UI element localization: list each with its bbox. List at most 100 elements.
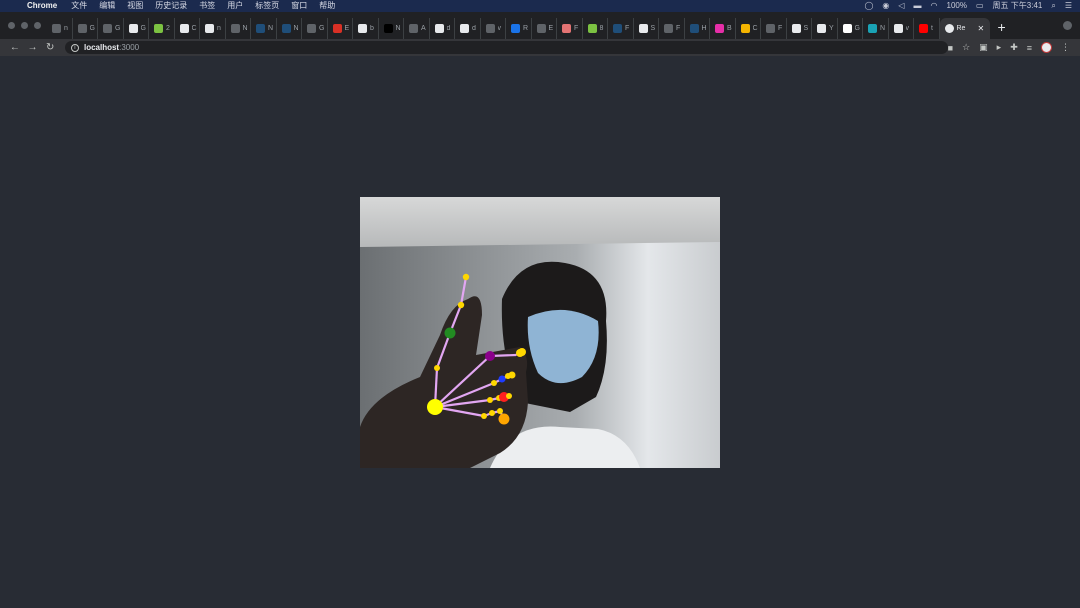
browser-tab[interactable]: E bbox=[532, 18, 557, 39]
browser-tab[interactable]: N bbox=[379, 18, 404, 39]
tab-favicon-icon bbox=[638, 24, 648, 33]
browser-tab[interactable]: B bbox=[710, 18, 736, 39]
wifi-icon[interactable]: ◠ bbox=[931, 0, 938, 12]
browser-tab[interactable]: v bbox=[481, 18, 506, 39]
menu-help[interactable]: 帮助 bbox=[319, 0, 335, 12]
browser-tab[interactable]: G bbox=[302, 18, 328, 39]
active-tab-title: Re bbox=[956, 25, 966, 32]
new-tab-button[interactable]: + bbox=[998, 19, 1006, 35]
browser-tab[interactable]: v bbox=[889, 18, 914, 39]
volume-icon[interactable]: ◁ bbox=[898, 0, 904, 12]
browser-tab[interactable]: 2 bbox=[149, 18, 175, 39]
tab-active[interactable]: Re ✕ bbox=[939, 18, 990, 39]
apple-menu-icon[interactable] bbox=[8, 2, 17, 11]
tab-favicon-icon bbox=[358, 24, 367, 33]
menu-edit[interactable]: 编辑 bbox=[99, 0, 115, 12]
browser-tab[interactable]: F bbox=[608, 18, 634, 39]
browser-tab[interactable]: G bbox=[838, 18, 863, 39]
forward-arrow-icon[interactable]: → bbox=[24, 42, 42, 53]
hand-landmark-point bbox=[434, 365, 440, 371]
reload-icon[interactable]: ↻ bbox=[41, 42, 59, 53]
bookmark-star-icon[interactable]: ☆ bbox=[962, 42, 970, 53]
browser-tab[interactable]: G bbox=[73, 18, 98, 39]
browser-tab[interactable]: F bbox=[761, 18, 787, 39]
browser-tab[interactable]: F bbox=[557, 18, 583, 39]
close-window-button[interactable] bbox=[8, 22, 15, 29]
tab-favicon-icon bbox=[434, 24, 444, 33]
extensions-puzzle-icon[interactable]: ✚ bbox=[1010, 42, 1018, 53]
browser-tab[interactable]: G bbox=[124, 18, 149, 39]
browser-tab[interactable]: Y bbox=[812, 18, 838, 39]
browser-tab[interactable]: C bbox=[736, 18, 761, 39]
browser-tab[interactable]: H bbox=[685, 18, 710, 39]
more-menu-icon[interactable]: ⋮ bbox=[1061, 42, 1070, 53]
browser-tab[interactable]: A bbox=[404, 18, 430, 39]
browser-tab[interactable]: t bbox=[914, 18, 940, 39]
browser-tab[interactable]: d bbox=[430, 18, 455, 39]
browser-tab[interactable]: b bbox=[353, 18, 379, 39]
back-arrow-icon[interactable]: ← bbox=[6, 42, 24, 53]
tab-title: G bbox=[319, 25, 325, 32]
tab-favicon-icon bbox=[256, 24, 265, 33]
close-tab-icon[interactable]: ✕ bbox=[978, 24, 985, 33]
tab-favicon-icon bbox=[536, 24, 546, 33]
tab-title: t bbox=[931, 25, 933, 32]
camera-in-use-icon[interactable]: ■ bbox=[948, 43, 953, 53]
hand-landmark-point bbox=[462, 273, 470, 281]
menu-bookmarks[interactable]: 书签 bbox=[199, 0, 215, 12]
browser-tab[interactable]: N bbox=[251, 18, 277, 39]
tab-title: n bbox=[217, 25, 221, 32]
input-flag-icon[interactable]: ▬ bbox=[914, 0, 922, 12]
profile-avatar[interactable] bbox=[1041, 42, 1053, 53]
tab-title: b bbox=[370, 25, 374, 32]
battery-percent[interactable]: 100% bbox=[947, 0, 967, 12]
browser-tab[interactable]: d bbox=[455, 18, 481, 39]
tab-search-icon[interactable] bbox=[1063, 21, 1072, 30]
app-menu-chrome[interactable]: Chrome bbox=[27, 0, 57, 12]
site-info-icon[interactable]: i bbox=[70, 43, 79, 52]
menu-history[interactable]: 历史记录 bbox=[155, 0, 187, 12]
battery-icon[interactable]: ▭ bbox=[976, 0, 984, 12]
menu-tab[interactable]: 标签页 bbox=[255, 0, 279, 12]
translate-icon[interactable]: ▣ bbox=[979, 42, 988, 53]
browser-tab[interactable]: F bbox=[659, 18, 685, 39]
macos-menu-bar: Chrome 文件 编辑 视图 历史记录 书签 用户 标签页 窗口 帮助 ◯ ◉… bbox=[0, 0, 1080, 12]
spotlight-icon[interactable]: ⌕ bbox=[1051, 0, 1055, 12]
zoom-window-button[interactable] bbox=[34, 22, 41, 29]
screen-record-icon[interactable]: ◉ bbox=[882, 0, 889, 12]
hand-landmark-point bbox=[518, 348, 526, 356]
hand-landmark-point bbox=[457, 301, 465, 309]
github-favicon-icon bbox=[944, 24, 954, 33]
minimize-window-button[interactable] bbox=[21, 22, 28, 29]
browser-tab[interactable]: n bbox=[200, 18, 226, 39]
siri-icon[interactable]: ◯ bbox=[864, 0, 873, 12]
address-bar[interactable]: i localhost :3000 bbox=[64, 41, 948, 54]
tab-favicon-icon bbox=[281, 24, 291, 33]
menu-clock[interactable]: 周五 下午3:41 bbox=[993, 0, 1043, 12]
notification-center-icon[interactable]: ☰ bbox=[1065, 0, 1072, 12]
browser-tab[interactable]: E bbox=[328, 18, 353, 39]
browser-tab[interactable]: N bbox=[863, 18, 889, 39]
tab-title: v bbox=[905, 25, 910, 32]
browser-tab[interactable]: 8 bbox=[583, 18, 608, 39]
tab-favicon-icon bbox=[154, 24, 163, 33]
browser-tab[interactable]: S bbox=[787, 18, 812, 39]
browser-tab[interactable]: C bbox=[175, 18, 200, 39]
media-queue-icon[interactable]: ≡ bbox=[1027, 43, 1032, 53]
tab-title: v bbox=[497, 25, 502, 32]
browser-tab[interactable]: n bbox=[47, 18, 73, 39]
browser-toolbar: ← → ↻ i localhost :3000 ■ ☆ ▣ ▸ ✚ ≡ ⋮ bbox=[0, 39, 1080, 56]
browser-tab[interactable]: N bbox=[226, 18, 251, 39]
browser-tab[interactable]: R bbox=[506, 18, 532, 39]
browser-tab[interactable]: N bbox=[277, 18, 302, 39]
menu-file[interactable]: 文件 bbox=[71, 0, 87, 12]
menu-view[interactable]: 视图 bbox=[127, 0, 143, 12]
browser-tab[interactable]: S bbox=[634, 18, 659, 39]
tab-favicon-icon bbox=[766, 24, 775, 33]
browser-tab[interactable]: G bbox=[98, 18, 124, 39]
tab-list: n G G G 2 Cn N N N G Eb N Ad d v R E F 8 F S F H B C F S Y G Nv t bbox=[47, 12, 940, 39]
media-play-icon[interactable]: ▸ bbox=[997, 42, 1002, 53]
menu-people[interactable]: 用户 bbox=[227, 0, 243, 12]
tab-favicon-icon bbox=[307, 24, 316, 33]
menu-window[interactable]: 窗口 bbox=[291, 0, 307, 12]
